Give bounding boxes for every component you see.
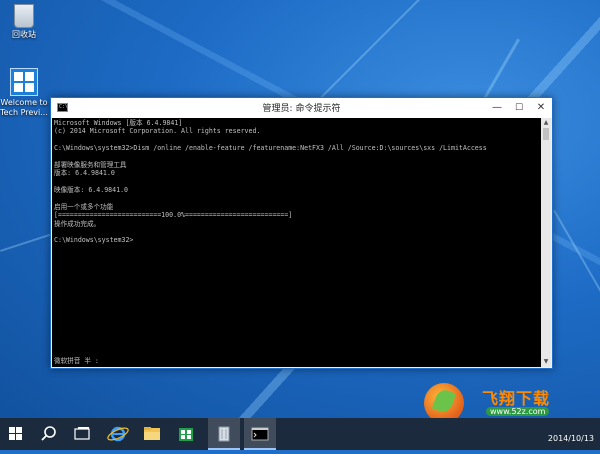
watermark-emblem-icon bbox=[424, 383, 464, 423]
welcome-label-line2: Tech Previ... bbox=[0, 108, 48, 117]
console-line: 版本: 6.4.9841.0 bbox=[54, 169, 115, 178]
recycle-bin-desktop-icon[interactable]: 回收站 bbox=[0, 4, 48, 40]
watermark-url: www.52z.com bbox=[486, 407, 550, 416]
system-clock[interactable]: 2014/10/13 bbox=[548, 421, 594, 445]
console-line: (c) 2014 Microsoft Corporation. All righ… bbox=[54, 127, 261, 136]
console-line: 部署映像服务和管理工具 bbox=[54, 160, 127, 169]
clock-date: 2014/10/13 bbox=[547, 434, 594, 443]
console-line: Microsoft Windows [版本 6.4.9841] bbox=[54, 119, 183, 127]
recycle-bin-label: 回收站 bbox=[12, 30, 36, 39]
watermark-title: 飞翔下载 bbox=[482, 389, 551, 408]
command-prompt-window[interactable]: C:\ 管理员: 命令提示符 — ☐ ✕ Microsoft Windows [… bbox=[50, 97, 553, 369]
welcome-label-line1: Welcome to bbox=[0, 98, 48, 107]
recycle-bin-taskbar-button[interactable] bbox=[208, 418, 240, 450]
maximize-button[interactable]: ☐ bbox=[508, 98, 530, 118]
scroll-down-icon[interactable]: ▼ bbox=[541, 357, 551, 367]
task-view-button[interactable] bbox=[66, 418, 98, 450]
store-icon bbox=[179, 428, 193, 441]
console-line: [==========================100.0%=======… bbox=[54, 211, 293, 220]
minimize-button[interactable]: — bbox=[486, 98, 508, 118]
search-icon bbox=[41, 426, 56, 441]
recycle-bin-icon bbox=[14, 4, 34, 28]
console-output[interactable]: Microsoft Windows [版本 6.4.9841] (c) 2014… bbox=[52, 118, 541, 367]
welcome-desktop-icon[interactable]: Welcome to Tech Previ... bbox=[0, 68, 48, 118]
command-prompt-taskbar-button[interactable] bbox=[244, 418, 276, 450]
close-button[interactable]: ✕ bbox=[530, 98, 552, 118]
windows-logo-icon bbox=[9, 427, 22, 440]
file-explorer-button[interactable] bbox=[136, 418, 168, 450]
console-line: C:\Windows\system32>Dism /online /enable… bbox=[54, 144, 487, 153]
scrollbar-thumb[interactable] bbox=[543, 128, 549, 140]
store-button[interactable] bbox=[170, 418, 202, 450]
window-title: 管理员: 命令提示符 bbox=[262, 104, 341, 114]
wallpaper-light-beam bbox=[553, 210, 600, 315]
taskbar: 2014/10/13 bbox=[0, 418, 600, 450]
file-explorer-icon bbox=[144, 427, 160, 440]
ime-status-text: 微软拼音 半 : bbox=[54, 356, 99, 365]
internet-explorer-button[interactable] bbox=[102, 418, 134, 450]
console-line: 启用一个或多个功能 bbox=[54, 202, 114, 211]
start-button[interactable] bbox=[0, 418, 32, 450]
recycle-bin-app-icon bbox=[218, 426, 230, 442]
internet-explorer-icon bbox=[107, 426, 129, 442]
window-titlebar[interactable]: C:\ 管理员: 命令提示符 — ☐ ✕ bbox=[51, 98, 552, 118]
command-prompt-icon bbox=[251, 427, 269, 441]
scroll-up-icon[interactable]: ▲ bbox=[541, 118, 551, 128]
console-line: 映像版本: 6.4.9841.0 bbox=[54, 186, 129, 195]
search-button[interactable] bbox=[32, 418, 64, 450]
vertical-scrollbar[interactable]: ▲ ▼ bbox=[541, 118, 551, 367]
windows-logo-icon bbox=[10, 68, 38, 96]
task-view-icon bbox=[74, 427, 90, 440]
console-line: 操作成功完成。 bbox=[54, 219, 101, 228]
console-prompt-line: C:\Windows\system32> bbox=[54, 236, 134, 245]
